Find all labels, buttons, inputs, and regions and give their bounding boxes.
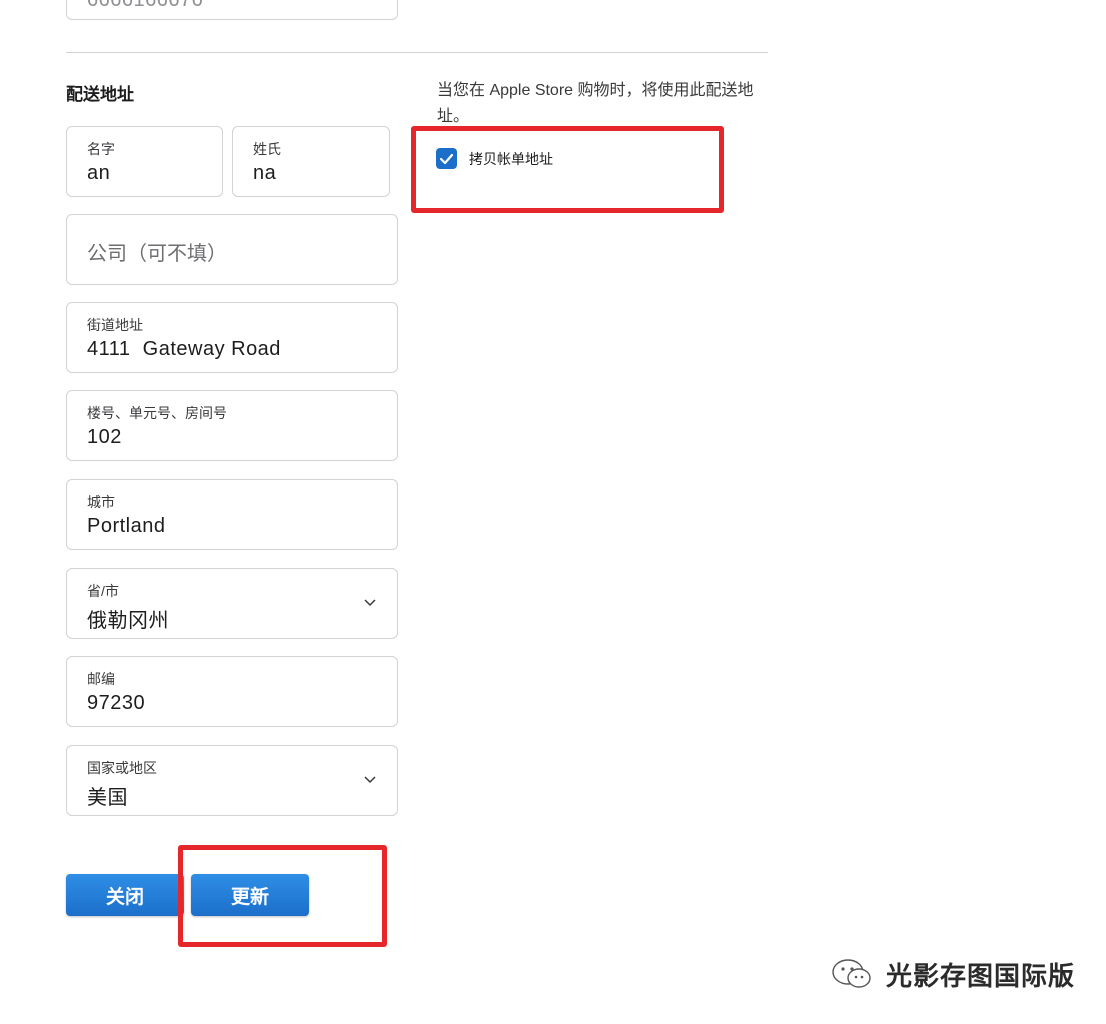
last-name-label: 姓氏: [253, 141, 281, 157]
highlight-box-update: [178, 845, 387, 947]
state-value: 俄勒冈州: [87, 610, 169, 632]
last-name-value: na: [253, 162, 277, 184]
wechat-logo-icon: [832, 959, 871, 988]
highlight-box-checkbox: [411, 126, 724, 213]
state-select[interactable]: 省/市 俄勒冈州: [66, 568, 398, 639]
street-address-field[interactable]: 街道地址 4111 Gateway Road: [66, 302, 398, 373]
section-title: 配送地址: [66, 85, 134, 104]
watermark-text: 光影存图国际版: [886, 960, 1076, 991]
unit-value: 102: [87, 426, 122, 448]
country-label: 国家或地区: [87, 760, 157, 776]
first-name-value: an: [87, 162, 111, 184]
last-name-field[interactable]: 姓氏 na: [232, 126, 390, 197]
chevron-down-icon: [364, 776, 376, 784]
company-placeholder: 公司（可不填）: [87, 243, 227, 265]
first-name-label: 名字: [87, 141, 115, 157]
section-divider: [66, 52, 768, 53]
watermark: 光影存图国际版: [828, 954, 1075, 994]
close-button[interactable]: 关闭: [66, 874, 184, 916]
street-address-label: 街道地址: [87, 317, 143, 333]
zip-value: 97230: [87, 692, 146, 714]
phone-value: 6666166676: [87, 0, 204, 11]
street-address-value: 4111 Gateway Road: [87, 338, 281, 360]
country-select[interactable]: 国家或地区 美国: [66, 745, 398, 816]
unit-label: 楼号、单元号、房间号: [87, 405, 227, 421]
company-field[interactable]: 公司（可不填）: [66, 214, 398, 285]
unit-field[interactable]: 楼号、单元号、房间号 102: [66, 390, 398, 461]
city-field[interactable]: 城市 Portland: [66, 479, 398, 550]
phone-field[interactable]: 6666166676: [66, 0, 398, 20]
city-label: 城市: [87, 494, 115, 510]
state-label: 省/市: [87, 583, 119, 599]
first-name-field[interactable]: 名字 an: [66, 126, 223, 197]
country-value: 美国: [87, 787, 128, 809]
zip-label: 邮编: [87, 671, 115, 687]
city-value: Portland: [87, 515, 166, 537]
chevron-down-icon: [364, 599, 376, 607]
zip-field[interactable]: 邮编 97230: [66, 656, 398, 727]
shipping-note: 当您在 Apple Store 购物时，将使用此配送地址。: [437, 82, 754, 125]
